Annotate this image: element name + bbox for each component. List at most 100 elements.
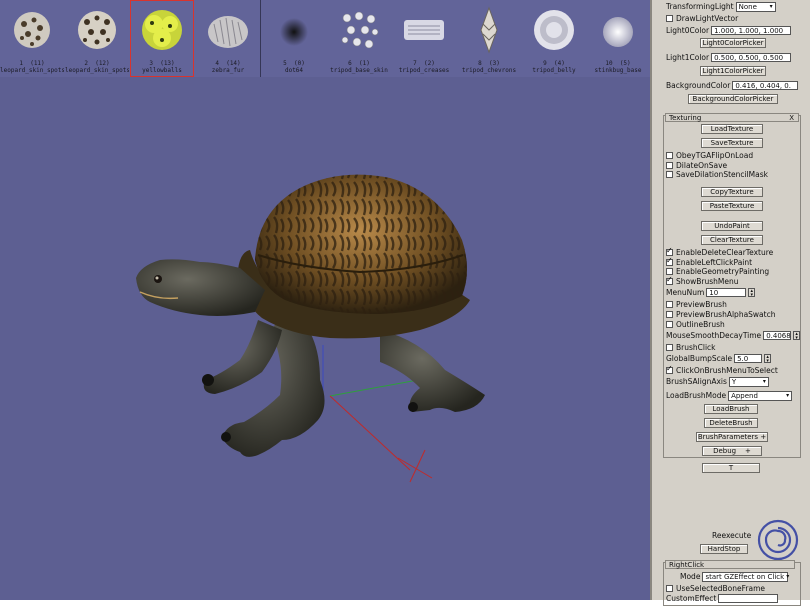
brush-click-checkbox[interactable] <box>666 344 673 351</box>
save-texture-button[interactable]: SaveTexture <box>701 138 763 148</box>
use-selected-bone-checkbox[interactable] <box>666 585 673 592</box>
rightclick-group-title[interactable]: RightClick <box>665 560 795 569</box>
tripod-base-skin-brush-icon <box>341 11 379 49</box>
zebra-fur-brush-icon <box>208 16 248 48</box>
brush-label-6: 6 (1) tripod_base_skin <box>330 60 388 74</box>
mouse-smooth-stepper[interactable]: ▴ ▾ <box>793 331 801 341</box>
mode-dropdown[interactable]: start GZEffect on Click ▾ <box>702 571 789 582</box>
debug-button[interactable]: Debug + <box>702 446 762 456</box>
show-brush-menu-checkbox[interactable] <box>666 275 673 285</box>
chevron-down-icon: ▾ <box>786 392 790 399</box>
light0-row: Light0Color 1.000, 1.000, 1.000 <box>666 25 792 36</box>
brush-item-6[interactable]: 6 (1) tripod_base_skin <box>327 0 391 77</box>
brush-item-9[interactable]: 9 (4) tripod_belly <box>522 0 586 77</box>
brush-item-3[interactable]: 3 (13) yellowballs <box>130 0 194 77</box>
brush-label-8: 8 (3) tripod_chevrons <box>461 60 517 74</box>
copy-texture-button[interactable]: CopyTexture <box>701 187 763 197</box>
light0-field[interactable]: 1.000, 1.000, 1.000 <box>711 26 792 35</box>
texturing-group-title[interactable]: Texturing X <box>665 113 799 122</box>
obey-tga-label: ObeyTGAFlipOnLoad <box>676 151 754 160</box>
menu-num-row: MenuNum 10 ▴ ▾ <box>666 287 756 298</box>
3d-viewport[interactable]: 1 (11) leopard_skin_spots 2 (12) leopard_s… <box>0 0 650 600</box>
brush-item-7[interactable]: 7 (2) tripod_creases <box>392 0 456 77</box>
yellowballs-brush-icon <box>142 10 182 50</box>
transforming-light-dropdown[interactable]: None ▾ <box>735 1 776 12</box>
transforming-light-label: TransformingLight <box>666 2 734 11</box>
menu-num-stepper[interactable]: ▴ ▾ <box>748 288 756 298</box>
load-brush-mode-label: LoadBrushMode <box>666 391 727 400</box>
draw-light-vector-checkbox[interactable] <box>666 15 673 22</box>
brush-item-1[interactable]: 1 (11) leopard_skin_spots <box>0 0 64 77</box>
custom-effect-row: CustomEffect <box>666 593 779 604</box>
close-icon[interactable]: X <box>789 114 794 122</box>
plus-icon: + <box>760 433 767 441</box>
brush-item-2[interactable]: 2 (12) leopard_skin_spots <box>65 0 129 77</box>
enable-geometry-checkbox[interactable] <box>666 268 673 275</box>
clear-texture-button[interactable]: ClearTexture <box>701 235 763 245</box>
preview-alpha-label: PreviewBrushAlphaSwatch <box>676 310 776 319</box>
brush-click-label: BrushClick <box>676 343 716 352</box>
light0-color-picker-button[interactable]: Light0ColorPicker <box>700 38 766 48</box>
mode-row: Mode start GZEffect on Click ▾ <box>680 571 789 582</box>
global-bump-stepper[interactable]: ▴ ▾ <box>764 354 772 364</box>
load-brush-mode-dropdown[interactable]: Append ▾ <box>728 390 793 401</box>
tripod-belly-brush-icon <box>534 10 574 50</box>
global-bump-field[interactable]: 5.0 <box>734 354 763 363</box>
turtle-model <box>136 174 485 457</box>
align-axis-value: Y <box>731 377 737 386</box>
brush-item-5[interactable]: 5 (0) dot64 <box>262 0 326 77</box>
brush-item-10[interactable]: 10 (5) stinkbug_base <box>586 0 650 77</box>
global-bump-label: GlobalBumpScale <box>666 354 733 363</box>
obey-tga-checkbox[interactable] <box>666 152 673 159</box>
brush-click-row[interactable]: BrushClick <box>666 342 716 353</box>
scene-canvas[interactable] <box>0 0 650 600</box>
mouse-smooth-field[interactable]: 0.4068 <box>763 331 792 340</box>
show-brush-menu-row[interactable]: ShowBrushMenu <box>666 275 738 287</box>
paste-texture-button[interactable]: PasteTexture <box>701 201 763 211</box>
menu-num-field[interactable]: 10 <box>706 288 747 297</box>
brush-parameters-button[interactable]: BrushParameters + <box>696 432 768 442</box>
reexecute-label[interactable]: Reexecute <box>712 530 751 541</box>
light1-field[interactable]: 0.500, 0.500, 0.500 <box>711 53 792 62</box>
load-brush-button[interactable]: LoadBrush <box>704 404 758 414</box>
brush-item-4[interactable]: 4 (14) zebra_fur <box>196 0 260 77</box>
align-axis-dropdown[interactable]: Y ▾ <box>728 376 769 387</box>
brush-label-10: 10 (5) stinkbug_base <box>594 60 642 74</box>
transforming-light-value: None <box>738 2 757 11</box>
preview-brush-checkbox[interactable] <box>666 301 673 308</box>
undo-paint-button[interactable]: UndoPaint <box>701 221 763 231</box>
light1-row: Light1Color 0.500, 0.500, 0.500 <box>666 52 792 63</box>
delete-brush-button[interactable]: DeleteBrush <box>704 418 758 428</box>
enable-delete-clear-label: EnableDeleteClearTexture <box>676 248 774 257</box>
load-texture-button[interactable]: LoadTexture <box>701 124 763 134</box>
save-dilation-row[interactable]: SaveDilationStencilMask <box>666 169 768 180</box>
mode-label: Mode <box>680 572 701 581</box>
outline-brush-checkbox[interactable] <box>666 321 673 328</box>
enable-left-click-checkbox[interactable] <box>666 256 673 266</box>
light1-label: Light1Color <box>666 53 710 62</box>
outline-brush-row[interactable]: OutlineBrush <box>666 319 725 330</box>
background-color-picker-button[interactable]: BackgroundColorPicker <box>688 94 778 104</box>
click-on-brush-label: ClickOnBrushMenuToSelect <box>676 366 778 375</box>
leopard-spots-brush-icon <box>78 11 116 49</box>
dilate-on-save-checkbox[interactable] <box>666 162 673 169</box>
t-button[interactable]: T <box>702 463 760 473</box>
custom-effect-field[interactable] <box>718 594 779 603</box>
background-color-field[interactable]: 0.416, 0.404, 0. <box>732 81 799 90</box>
brush-item-8[interactable]: 8 (3) tripod_chevrons <box>457 0 521 77</box>
light1-color-picker-button[interactable]: Light1ColorPicker <box>700 66 766 76</box>
click-on-brush-row[interactable]: ClickOnBrushMenuToSelect <box>666 364 778 376</box>
enable-delete-clear-checkbox[interactable] <box>666 246 673 256</box>
click-on-brush-checkbox[interactable] <box>666 364 673 374</box>
preview-alpha-checkbox[interactable] <box>666 311 673 318</box>
align-axis-row: BrushSAlignAxis Y ▾ <box>666 376 769 387</box>
draw-light-vector-label: DrawLightVector <box>676 14 739 23</box>
axis-x-marker <box>397 449 433 483</box>
save-dilation-checkbox[interactable] <box>666 171 673 178</box>
align-axis-label: BrushSAlignAxis <box>666 377 727 386</box>
brush-label-1: 1 (11) leopard_skin_spots <box>0 60 64 74</box>
hardstop-button[interactable]: HardStop <box>700 544 748 554</box>
draw-light-vector-row[interactable]: DrawLightVector <box>666 13 738 24</box>
menu-num-label: MenuNum <box>666 288 705 297</box>
brush-label-2: 2 (12) leopard_skin_spots <box>65 60 129 74</box>
